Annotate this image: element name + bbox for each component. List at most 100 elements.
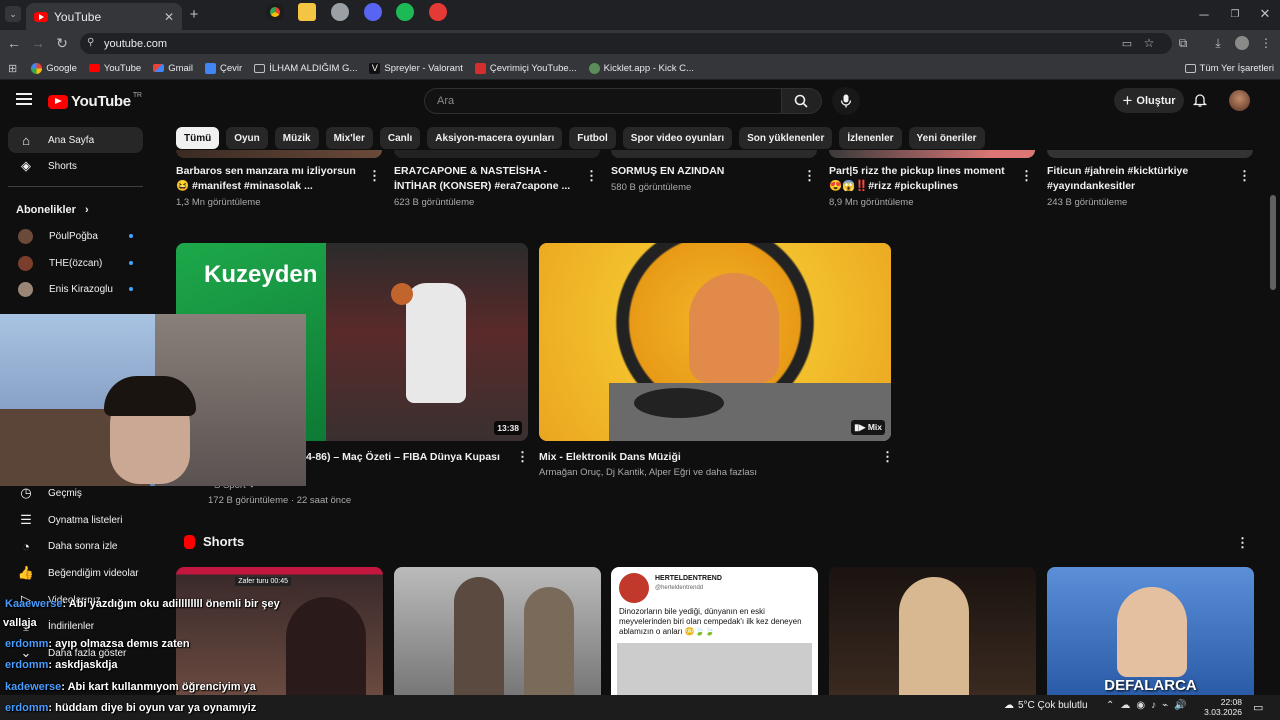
short-thumbnail[interactable]: [394, 567, 601, 695]
chip-mixes[interactable]: Mix'ler: [325, 127, 373, 149]
download-icon[interactable]: ⤓: [1211, 36, 1225, 50]
short-thumbnail[interactable]: DEFALARCA: [1047, 567, 1254, 695]
page-scrollbar[interactable]: [1270, 195, 1276, 290]
logo-country: TR: [132, 92, 142, 99]
video-title[interactable]: 4-86) – Maç Özeti – FIBA Dünya Kupası: [306, 450, 500, 465]
site-info-icon[interactable]: ⚲: [87, 37, 94, 48]
sidebar-item-shorts[interactable]: ◈ Shorts: [8, 153, 143, 179]
chrome-taskbar-icon[interactable]: [266, 3, 284, 21]
sidebar-item-sub[interactable]: Enis Kirazoglu: [8, 276, 143, 302]
chip-live[interactable]: Canlı: [379, 127, 421, 149]
reload-icon[interactable]: ↻: [54, 35, 70, 51]
bookmark-valorant[interactable]: V Spreyler - Valorant: [369, 62, 463, 74]
video-card-info[interactable]: Barbaros sen manzara mı izliyorsun 😆 #man…: [176, 164, 362, 208]
more-options-icon[interactable]: ⋮: [1020, 168, 1033, 184]
video-thumbnail[interactable]: [829, 150, 1035, 158]
minimize-icon[interactable]: ─: [1196, 6, 1212, 22]
sidebar-item-sub[interactable]: PöulPoğba: [8, 223, 143, 249]
bookmark-folder[interactable]: İLHAM ALDIĞIM G...: [254, 63, 357, 74]
video-card-info[interactable]: Part|5 rizz the pickup lines moment 😍😱‼️#…: [829, 164, 1015, 208]
create-button[interactable]: + Oluştur: [1114, 88, 1184, 113]
sidebar-item-liked[interactable]: 👍 Beğendiğim videolar: [8, 560, 143, 586]
shorts-more-options-icon[interactable]: ⋮: [1236, 535, 1249, 551]
back-icon[interactable]: ←: [6, 35, 22, 51]
new-tab-icon[interactable]: +: [186, 6, 202, 23]
voice-search-button[interactable]: [832, 87, 860, 115]
youtube-logo[interactable]: YouTube TR: [48, 92, 142, 110]
youtube-icon: [88, 64, 100, 72]
more-options-icon[interactable]: ⋮: [803, 168, 816, 184]
hamburger-menu-icon[interactable]: [16, 93, 32, 107]
video-views: 8,9 Mn görüntüleme: [829, 197, 914, 208]
bookmark-youtube[interactable]: YouTube: [88, 63, 141, 74]
video-card-info[interactable]: ERA7CAPONE & NASTEİSHA - İNTİHAR (KONSER)…: [394, 164, 580, 208]
video-thumbnail[interactable]: [176, 150, 382, 158]
video-title: Fiticun #jahrein #kicktürkiye #yayındanke…: [1047, 165, 1189, 192]
weather-text: 5°C Çok bulutlu: [1018, 700, 1088, 711]
sidebar-item-sub[interactable]: THE(özcan): [8, 250, 143, 276]
taskbar-clock[interactable]: 22:08 3.03.2026: [1198, 697, 1242, 717]
video-card-info[interactable]: Mix - Elektronik Dans Müziği Armağan Oru…: [539, 450, 869, 478]
chip-action-adventure[interactable]: Aksiyon-macera oyunları: [427, 127, 563, 149]
tab-search-icon[interactable]: ⌄: [5, 6, 21, 22]
apps-grid-icon[interactable]: ⊞: [8, 62, 17, 75]
video-thumbnail[interactable]: [394, 150, 600, 158]
search-button[interactable]: [782, 88, 822, 114]
chip-music[interactable]: Müzik: [274, 127, 319, 149]
more-options-icon[interactable]: ⋮: [881, 449, 894, 465]
sidebar-item-home[interactable]: ⌂ Ana Sayfa: [8, 127, 143, 153]
video-thumbnail[interactable]: [1047, 150, 1253, 158]
chip-gaming[interactable]: Oyun: [226, 127, 268, 149]
video-thumbnail[interactable]: ▮▶ Mix: [539, 243, 891, 441]
system-tray-icons[interactable]: ⌃☁◉♪⌁🔊: [1106, 700, 1193, 711]
chip-watched[interactable]: İzlenenler: [839, 127, 902, 149]
more-options-icon[interactable]: ⋮: [368, 168, 381, 184]
bookmark-online-youtube[interactable]: Çevrimiçi YouTube...: [474, 62, 577, 74]
forward-icon[interactable]: →: [30, 35, 46, 51]
video-thumbnail[interactable]: [611, 150, 817, 158]
more-options-icon[interactable]: ⋮: [585, 168, 598, 184]
browser-menu-icon[interactable]: ⋮: [1260, 36, 1272, 50]
discord-icon[interactable]: [364, 3, 382, 21]
extensions-icon[interactable]: ⧉: [1176, 36, 1190, 50]
video-card-info[interactable]: SORMUŞ EN AZINDAN 580 B görüntüleme: [611, 164, 797, 193]
app-taskbar-icon[interactable]: [429, 3, 447, 21]
mix-badge: ▮▶ Mix: [851, 420, 885, 435]
online-youtube-icon: [474, 62, 486, 74]
app-taskbar-icon[interactable]: [331, 3, 349, 21]
browser-tab[interactable]: YouTube ✕: [26, 3, 182, 30]
bookmark-kicklet[interactable]: Kicklet.app - Kick C...: [588, 62, 694, 74]
cast-icon[interactable]: ▭: [1120, 36, 1134, 50]
weather-widget[interactable]: ☁ 5°C Çok bulutlu: [1004, 700, 1088, 711]
short-thumbnail[interactable]: HERTELDENTREND @herteldentrendd Dinozorl…: [611, 567, 818, 695]
sidebar-item-playlists[interactable]: ☰ Oynatma listeleri: [8, 507, 143, 533]
subscriptions-header[interactable]: Abonelikler ›: [16, 204, 89, 216]
search-input[interactable]: Ara: [424, 88, 782, 114]
bookmark-translate[interactable]: Çevir: [205, 62, 242, 74]
all-bookmarks[interactable]: Tüm Yer İşaretleri: [1184, 63, 1274, 74]
short-thumbnail[interactable]: Zafer turu 00:45: [176, 567, 383, 695]
restore-icon[interactable]: ❐: [1227, 6, 1243, 22]
bookmark-star-icon[interactable]: ☆: [1142, 36, 1156, 50]
sidebar-item-watch-later[interactable]: ◔ Daha sonra izle: [8, 533, 143, 559]
short-thumbnail[interactable]: [829, 567, 1036, 695]
file-explorer-icon[interactable]: [298, 3, 316, 21]
chip-recently-uploaded[interactable]: Son yüklenenler: [739, 127, 833, 149]
chip-all[interactable]: Tümü: [176, 127, 220, 149]
bookmark-google[interactable]: Google: [31, 62, 77, 74]
tab-close-icon[interactable]: ✕: [164, 10, 174, 24]
account-avatar[interactable]: [1229, 90, 1250, 111]
chip-football[interactable]: Futbol: [569, 127, 616, 149]
chip-new-to-you[interactable]: Yeni öneriler: [908, 127, 985, 149]
notification-center-icon[interactable]: ▭: [1253, 701, 1263, 714]
more-options-icon[interactable]: ⋮: [1238, 168, 1251, 184]
spotify-icon[interactable]: [396, 3, 414, 21]
more-options-icon[interactable]: ⋮: [516, 449, 529, 465]
address-bar[interactable]: ⚲ youtube.com: [80, 33, 1172, 54]
chip-sports-games[interactable]: Spor video oyunları: [622, 127, 733, 149]
profile-icon[interactable]: [1235, 36, 1249, 50]
bookmark-gmail[interactable]: Gmail: [153, 63, 193, 74]
window-close-icon[interactable]: ✕: [1257, 6, 1273, 22]
notifications-bell-icon[interactable]: [1192, 92, 1208, 108]
video-card-info[interactable]: Fiticun #jahrein #kicktürkiye #yayındanke…: [1047, 164, 1233, 208]
